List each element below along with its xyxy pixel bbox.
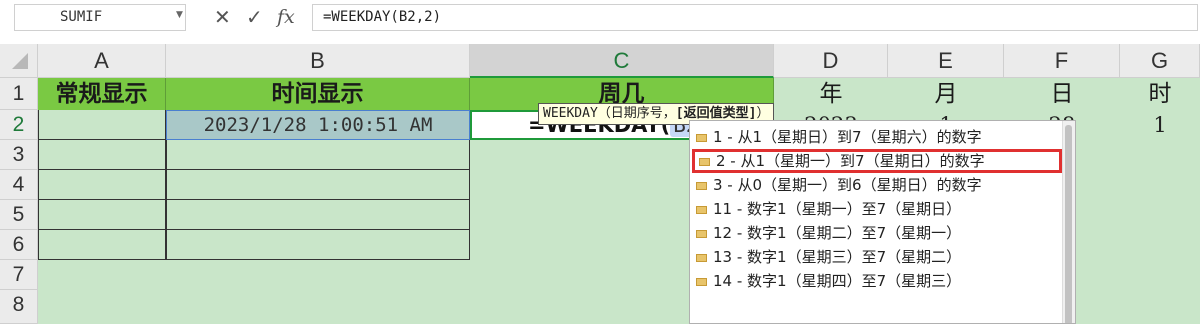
dropdown-option-13[interactable]: 13 - 数字1（星期三）至7（星期二） <box>692 245 1062 269</box>
dropdown-option-12[interactable]: 12 - 数字1（星期二）至7（星期一） <box>692 221 1062 245</box>
cell-b4[interactable] <box>166 170 470 200</box>
cell-d1[interactable]: 年 <box>774 78 888 110</box>
row-header-8[interactable]: 8 <box>0 290 38 324</box>
cell-a5[interactable] <box>38 200 166 230</box>
column-header-c[interactable]: C <box>470 44 774 78</box>
option-label: 11 - 数字1（星期一）至7（星期日） <box>713 200 962 218</box>
row-header-4[interactable]: 4 <box>0 170 38 200</box>
cell-a6[interactable] <box>38 230 166 260</box>
formula-input[interactable]: =WEEKDAY(B2,2) <box>312 4 1198 31</box>
cell-e1[interactable]: 月 <box>888 78 1004 110</box>
option-icon <box>696 133 707 142</box>
option-label: 12 - 数字1（星期二）至7（星期一） <box>713 224 962 242</box>
column-header-a[interactable]: A <box>38 44 166 78</box>
row-header-5[interactable]: 5 <box>0 200 38 230</box>
name-box[interactable]: SUMIF <box>14 4 186 31</box>
row-header-7[interactable]: 7 <box>0 260 38 290</box>
option-label: 13 - 数字1（星期三）至7（星期二） <box>713 248 962 266</box>
option-icon <box>696 253 707 262</box>
row-header-1[interactable]: 1 <box>0 78 38 110</box>
return-type-dropdown: 1 - 从1（星期日）到7（星期六）的数字 2 - 从1（星期一）到7（星期日）… <box>689 120 1076 324</box>
chevron-down-icon[interactable]: ▼ <box>176 10 183 20</box>
dropdown-option-2[interactable]: 2 - 从1（星期一）到7（星期日）的数字 <box>692 149 1062 173</box>
cell-b1[interactable]: 时间显示 <box>166 78 470 110</box>
dropdown-scrollbar[interactable] <box>1062 121 1075 323</box>
scrollbar-thumb[interactable] <box>1065 125 1072 323</box>
tooltip-close-paren: ） <box>756 106 770 121</box>
cell-a2[interactable] <box>38 110 166 140</box>
insert-function-icon[interactable]: fx <box>277 5 295 29</box>
cell-g1[interactable]: 时 <box>1120 78 1200 110</box>
option-label: 1 - 从1（星期日）到7（星期六）的数字 <box>713 128 982 146</box>
dropdown-option-14[interactable]: 14 - 数字1（星期四）至7（星期三） <box>692 269 1062 293</box>
option-icon <box>696 229 707 238</box>
row-header-6[interactable]: 6 <box>0 230 38 260</box>
tooltip-current-argument: [返回值类型] <box>675 106 757 121</box>
formula-bar: SUMIF ▼ ✕ ✓ fx =WEEKDAY(B2,2) <box>0 0 1200 36</box>
cell-g2[interactable]: 1 <box>1120 110 1200 140</box>
confirm-icon[interactable]: ✓ <box>246 5 263 29</box>
row-header-2[interactable]: 2 <box>0 110 38 140</box>
column-header-f[interactable]: F <box>1004 44 1120 78</box>
option-icon <box>696 205 707 214</box>
cell-b2[interactable]: 2023/1/28 1:00:51 AM <box>166 110 470 140</box>
option-icon <box>696 277 707 286</box>
option-label: 2 - 从1（星期一）到7（星期日）的数字 <box>716 152 985 170</box>
row-header-3[interactable]: 3 <box>0 140 38 170</box>
dropdown-option-1[interactable]: 1 - 从1（星期日）到7（星期六）的数字 <box>692 125 1062 149</box>
cell-a4[interactable] <box>38 170 166 200</box>
cell-b6[interactable] <box>166 230 470 260</box>
cancel-icon[interactable]: ✕ <box>214 5 231 29</box>
cell-b5[interactable] <box>166 200 470 230</box>
column-header-g[interactable]: G <box>1120 44 1200 78</box>
cell-b3[interactable] <box>166 140 470 170</box>
option-icon <box>696 181 707 190</box>
column-header-e[interactable]: E <box>888 44 1004 78</box>
tooltip-signature-text: WEEKDAY（日期序号， <box>543 106 676 121</box>
option-label: 14 - 数字1（星期四）至7（星期三） <box>713 272 962 290</box>
select-all-button[interactable] <box>0 44 38 78</box>
column-header-d[interactable]: D <box>774 44 888 78</box>
dropdown-option-11[interactable]: 11 - 数字1（星期一）至7（星期日） <box>692 197 1062 221</box>
column-header-b[interactable]: B <box>166 44 470 78</box>
option-icon <box>699 157 710 166</box>
cell-a1[interactable]: 常规显示 <box>38 78 166 110</box>
option-label: 3 - 从0（星期一）到6（星期日）的数字 <box>713 176 982 194</box>
cell-a3[interactable] <box>38 140 166 170</box>
dropdown-option-3[interactable]: 3 - 从0（星期一）到6（星期日）的数字 <box>692 173 1062 197</box>
cell-f1[interactable]: 日 <box>1004 78 1120 110</box>
